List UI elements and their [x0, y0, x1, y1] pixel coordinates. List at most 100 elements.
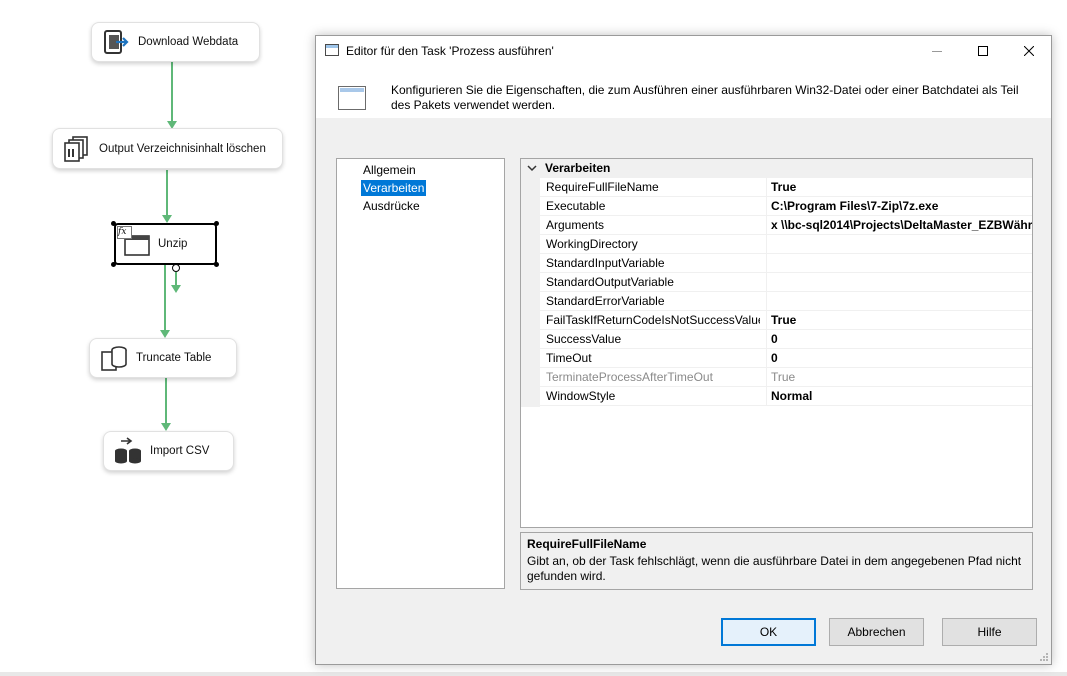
- property-row[interactable]: SuccessValue 0: [540, 330, 1032, 349]
- selection-handle[interactable]: [111, 262, 116, 267]
- property-name: SuccessValue: [546, 332, 622, 346]
- page-navigation-list[interactable]: Allgemein Verarbeiten Ausdrücke: [336, 158, 505, 589]
- property-value[interactable]: 0: [771, 351, 1032, 365]
- sql-task-icon: [101, 346, 127, 371]
- minimize-button[interactable]: [914, 36, 960, 66]
- task-truncate-table[interactable]: Truncate Table: [89, 338, 237, 378]
- ok-button[interactable]: OK: [721, 618, 816, 646]
- property-row[interactable]: Executable C:\Program Files\7-Zip\7z.exe: [540, 197, 1032, 216]
- property-value[interactable]: True: [771, 180, 1032, 194]
- precedence-connector[interactable]: [165, 378, 167, 424]
- property-column-separator: [766, 273, 767, 292]
- chevron-down-icon[interactable]: [526, 162, 538, 174]
- selection-handle[interactable]: [111, 221, 116, 226]
- selection-handle[interactable]: [214, 221, 219, 226]
- minimize-icon: [932, 51, 942, 52]
- data-flow-icon: [115, 437, 141, 464]
- property-name: StandardErrorVariable: [546, 294, 665, 308]
- property-description-panel: RequireFullFileName Gibt an, ob der Task…: [520, 532, 1033, 590]
- property-value[interactable]: 0: [771, 332, 1032, 346]
- property-name: Executable: [546, 199, 606, 213]
- task-label: Download Webdata: [138, 36, 239, 48]
- property-row[interactable]: TimeOut 0: [540, 349, 1032, 368]
- property-name: Arguments: [546, 218, 605, 232]
- help-button[interactable]: Hilfe: [942, 618, 1037, 646]
- nav-item-ausdruecke[interactable]: Ausdrücke: [361, 198, 422, 214]
- property-row[interactable]: StandardInputVariable: [540, 254, 1032, 273]
- property-row[interactable]: FailTaskIfReturnCodeIsNotSuccessValue Tru…: [540, 311, 1032, 330]
- property-row[interactable]: Arguments x \\bc-sql2014\Projects\DeltaM…: [540, 216, 1032, 235]
- property-column-separator: [766, 235, 767, 254]
- precedence-connector[interactable]: [166, 170, 168, 216]
- task-download-webdata[interactable]: Download Webdata: [91, 22, 260, 62]
- task-label: Truncate Table: [136, 352, 212, 364]
- property-name: WindowStyle: [546, 389, 616, 403]
- property-value[interactable]: Normal: [771, 389, 1032, 403]
- file-system-icon: [64, 135, 88, 162]
- drag-connector[interactable]: [175, 272, 177, 286]
- close-button[interactable]: [1006, 36, 1052, 66]
- property-row[interactable]: StandardOutputVariable: [540, 273, 1032, 292]
- dialog-description: Konfigurieren Sie die Eigenschaften, die…: [391, 83, 1019, 112]
- property-column-separator: [766, 216, 767, 235]
- drag-connector-arrow: [171, 285, 181, 293]
- property-row[interactable]: RequireFullFileName True: [540, 178, 1032, 197]
- property-value[interactable]: True: [771, 313, 1032, 327]
- property-name: WorkingDirectory: [546, 237, 638, 251]
- task-unzip[interactable]: Unzip fx: [114, 223, 217, 265]
- property-category[interactable]: Verarbeiten: [521, 159, 1032, 178]
- task-import-csv[interactable]: Import CSV: [103, 431, 234, 471]
- category-label: Verarbeiten: [545, 161, 611, 175]
- property-row[interactable]: WorkingDirectory: [540, 235, 1032, 254]
- nav-item-allgemein[interactable]: Allgemein: [361, 162, 418, 178]
- property-row[interactable]: StandardErrorVariable: [540, 292, 1032, 311]
- property-name: TimeOut: [546, 351, 592, 365]
- property-name: TerminateProcessAfterTimeOut: [546, 370, 713, 384]
- property-column-separator: [766, 330, 767, 349]
- connector-anchor[interactable]: [172, 264, 180, 272]
- precedence-connector[interactable]: [171, 62, 173, 122]
- cancel-button[interactable]: Abbrechen: [829, 618, 924, 646]
- maximize-icon: [978, 46, 988, 56]
- property-column-separator: [766, 178, 767, 197]
- property-row[interactable]: WindowStyle Normal: [540, 387, 1032, 406]
- connector-arrow: [160, 330, 170, 338]
- property-name: StandardInputVariable: [546, 256, 665, 270]
- property-grid-gutter: [521, 159, 540, 407]
- window-title: Editor für den Task 'Prozess ausführen': [346, 44, 554, 58]
- connector-arrow: [161, 423, 171, 431]
- property-column-separator: [766, 311, 767, 330]
- property-column-separator: [766, 254, 767, 273]
- maximize-button[interactable]: [960, 36, 1006, 66]
- property-value: True: [771, 370, 796, 384]
- canvas-scrollbar[interactable]: [0, 672, 1067, 676]
- precedence-connector[interactable]: [164, 265, 166, 331]
- dialog-header: Konfigurieren Sie die Eigenschaften, die…: [316, 66, 1051, 118]
- selection-handle[interactable]: [214, 262, 219, 267]
- property-value[interactable]: x \\bc-sql2014\Projects\DeltaMaster_EZBW…: [771, 218, 1032, 232]
- download-icon: [104, 30, 129, 54]
- close-icon: [1024, 46, 1034, 56]
- property-name: FailTaskIfReturnCodeIsNotSuccessValue: [546, 313, 760, 327]
- property-name: StandardOutputVariable: [546, 275, 674, 289]
- resize-grip-icon[interactable]: [1039, 652, 1049, 662]
- task-output-verzeichnisinhalt-loeschen[interactable]: Output Verzeichnisinhalt löschen: [52, 128, 283, 169]
- property-column-separator: [766, 349, 767, 368]
- property-description-title: RequireFullFileName: [527, 537, 647, 551]
- property-row[interactable]: TerminateProcessAfterTimeOut True: [540, 368, 1032, 387]
- property-column-separator: [766, 368, 767, 387]
- property-value[interactable]: C:\Program Files\7-Zip\7z.exe: [771, 199, 1032, 213]
- property-column-separator: [766, 197, 767, 216]
- task-label: Output Verzeichnisinhalt löschen: [99, 142, 266, 155]
- property-grid[interactable]: Verarbeiten RequireFullFileName True Execu…: [520, 158, 1033, 528]
- title-bar[interactable]: Editor für den Task 'Prozess ausführen': [316, 36, 1051, 66]
- connector-arrow: [162, 215, 172, 223]
- execute-process-task-editor-dialog: Editor für den Task 'Prozess ausführen' …: [315, 35, 1052, 665]
- execute-process-icon: [338, 86, 366, 110]
- property-description-text: Gibt an, ob der Task fehlschlägt, wenn d…: [527, 554, 1022, 583]
- task-label: Import CSV: [150, 445, 210, 457]
- expression-icon: fx: [117, 226, 132, 239]
- nav-item-verarbeiten[interactable]: Verarbeiten: [361, 180, 427, 196]
- property-name: RequireFullFileName: [546, 180, 659, 194]
- task-label: Unzip: [158, 238, 188, 250]
